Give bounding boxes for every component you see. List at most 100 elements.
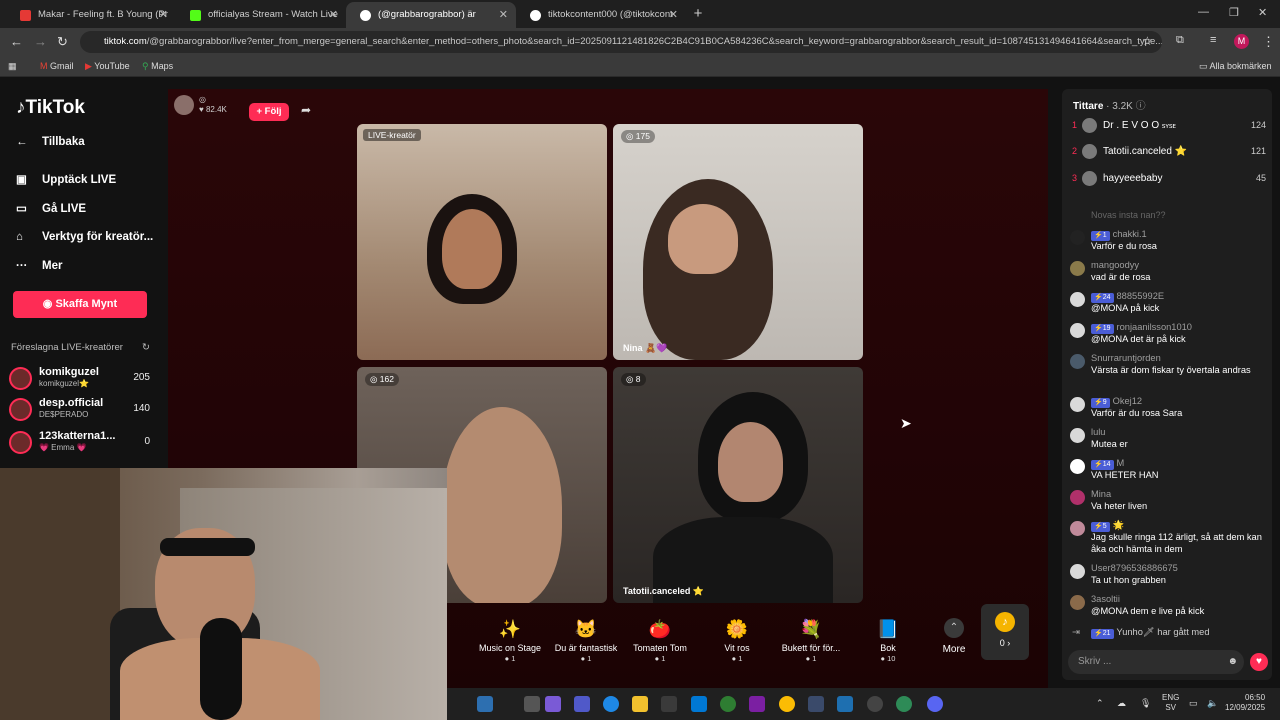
back-link[interactable]: ← Tillbaka [16,136,85,148]
suggested-creator[interactable]: komikguzel komikguzel⭐ 205 [9,366,154,392]
share-icon[interactable]: ➦ [301,103,311,117]
chrome-icon[interactable] [779,696,795,712]
username[interactable]: Okej12 [1113,396,1142,406]
top-viewer[interactable]: 2 Tatotii.canceled ⭐ 121 [1072,143,1266,163]
top-viewer[interactable]: 3 hayyeeebaby 45 [1072,170,1266,190]
apps-grid-icon[interactable]: ▦ [8,61,17,72]
top-viewer[interactable]: 1 Dr . E V O O sʏsᴇ 124 [1072,117,1266,137]
host-avatar[interactable] [174,95,194,115]
profile-avatar[interactable]: M [1234,34,1249,49]
emoji-icon[interactable]: ☻ [1227,650,1238,674]
username[interactable]: 88855992E [1117,291,1165,301]
browser-menu-icon[interactable]: ⋮ [1262,34,1275,50]
nav-go-live[interactable]: ▭ Gå LIVE [16,201,86,215]
store-icon[interactable] [661,696,677,712]
browser-tab-2[interactable]: officialyas Stream - Watch Live ✕ [176,2,346,28]
bookmark-star-icon[interactable]: ☆ [1142,34,1153,48]
video-tile-2[interactable]: ◎ 175 Nina 🧸💜 [613,124,863,360]
message-text: vad är de rosa [1091,272,1151,282]
close-tab-icon[interactable]: ✕ [669,2,678,28]
all-bookmarks[interactable]: ▭ Alla bokmärken [1199,61,1272,72]
chevron-up-icon[interactable]: ⌃ [1096,698,1104,709]
file-explorer-icon[interactable] [632,696,648,712]
media-control-icon[interactable]: ≡ [1210,34,1216,46]
nav-creator-tools[interactable]: ⌂ Verktyg för kreatör... [16,231,153,243]
teams-icon[interactable] [574,696,590,712]
viewer-score: 121 [1250,146,1266,156]
avatar [1070,397,1085,412]
maximize-icon[interactable]: ❐ [1229,6,1239,19]
m365-icon[interactable] [749,696,765,712]
extensions-icon[interactable]: ⧉ [1176,34,1184,47]
coin-balance[interactable]: ♪ 0 › [981,604,1029,660]
gift-item[interactable]: 💐 Bukett för för... ● 1 [773,610,849,663]
gift-price: ● 1 [805,654,817,663]
username[interactable]: chakki.1 [1113,229,1147,239]
username[interactable]: Snurraruntjorden [1091,352,1161,364]
copilot-icon[interactable] [545,696,561,712]
username[interactable]: lulu [1091,426,1105,438]
gift-item[interactable]: 🍅 Tomaten Tom ● 1 [622,610,698,663]
chat-input[interactable]: Skriv ... ☻ [1068,650,1244,674]
minimize-icon[interactable]: — [1198,6,1209,18]
edge-icon[interactable] [603,696,619,712]
close-tab-icon[interactable]: ✕ [159,2,168,28]
close-tab-icon[interactable]: ✕ [329,2,338,28]
browser-tab-3[interactable]: (@grabbarograbbor) är ✕ [346,2,516,28]
gift-item[interactable]: ✨ Music on Stage ● 1 [472,610,548,663]
browser-tab-4[interactable]: tiktokcontent000 (@tiktokcont ✕ [516,2,686,28]
new-tab-button[interactable]: + [686,2,710,28]
url-field[interactable]: tiktok.com/@grabbarograbbor/live?enter_f… [80,31,1162,53]
price-value: 1 [511,654,516,663]
gift-item[interactable]: 📘 Bok ● 10 [850,610,926,663]
app-icon[interactable] [808,696,824,712]
bookmark-maps[interactable]: ⚲ Maps [142,61,173,72]
username[interactable]: M [1117,458,1125,468]
username[interactable]: 🌟 [1113,520,1125,530]
widget-icon[interactable] [477,696,493,712]
nav-discover-live[interactable]: ▣ Upptäck LIVE [16,172,116,186]
gift-item[interactable]: 🌼 Vit ros ● 1 [699,610,775,663]
video-tile-4[interactable]: ◎ 8 Tatotii.canceled ⭐ [613,367,863,603]
language-indicator[interactable]: ENG SV [1162,693,1179,713]
tiktok-logo[interactable]: ♪TikTok [16,97,85,119]
refresh-icon[interactable]: ↻ [142,342,150,353]
photos-icon[interactable] [837,696,853,712]
task-view-icon[interactable] [524,696,540,712]
forward-arrow-icon[interactable]: → [34,34,47,49]
spotify-icon[interactable] [896,696,912,712]
gift-icon: 📘 [876,619,900,639]
username[interactable]: Yunho🗡 [1117,627,1155,637]
bookmark-youtube[interactable]: ▶ YouTube [85,61,130,72]
username[interactable]: Mina [1091,488,1111,500]
chevron-up-icon: ⌃ [944,618,964,638]
outlook-icon[interactable] [691,696,707,712]
close-window-icon[interactable]: ✕ [1258,6,1267,19]
username[interactable]: 3asoltii [1091,593,1120,605]
obs-icon[interactable] [867,696,883,712]
vpn-icon[interactable] [720,696,736,712]
suggested-creator[interactable]: desp.official DE$PERADO 140 [9,397,154,423]
suggested-creator[interactable]: 123katterna1... 💗 Emma 💗 0 [9,430,154,456]
bookmark-gmail[interactable]: M Gmail [40,61,74,71]
discord-icon[interactable] [927,696,943,712]
heart-icon[interactable]: ♥ [1250,653,1268,671]
browser-tab-1[interactable]: Makar - Feeling ft. B Young (Pr ✕ [6,2,176,28]
get-coins-button[interactable]: ◉ Skaffa Mynt [13,291,147,318]
video-tile-1[interactable]: LIVE-kreatör [357,124,607,360]
gift-item[interactable]: 🐱 Du är fantastisk ● 1 [548,610,624,663]
close-tab-icon[interactable]: ✕ [499,2,508,28]
reload-icon[interactable]: ↻ [57,34,68,50]
username[interactable]: ronjaanilsson1010 [1117,322,1192,332]
follow-button[interactable]: + Följ [249,103,289,121]
back-arrow-icon[interactable]: ← [10,34,23,49]
cloud-icon[interactable]: ☁ [1117,698,1126,709]
username[interactable]: mangoodyy [1091,259,1139,271]
network-icon[interactable]: ▭ [1189,698,1198,709]
username[interactable]: User8796536886675 [1091,562,1178,574]
viewers-header[interactable]: Tittare · 3.2K ⓘ [1073,97,1146,112]
volume-icon[interactable]: 🔈 [1207,698,1218,709]
mic-tray-icon[interactable]: 🎙 [1140,698,1151,709]
nav-more[interactable]: ··· Mer [16,260,62,272]
clock[interactable]: 06:50 12/09/2025 [1225,693,1265,713]
